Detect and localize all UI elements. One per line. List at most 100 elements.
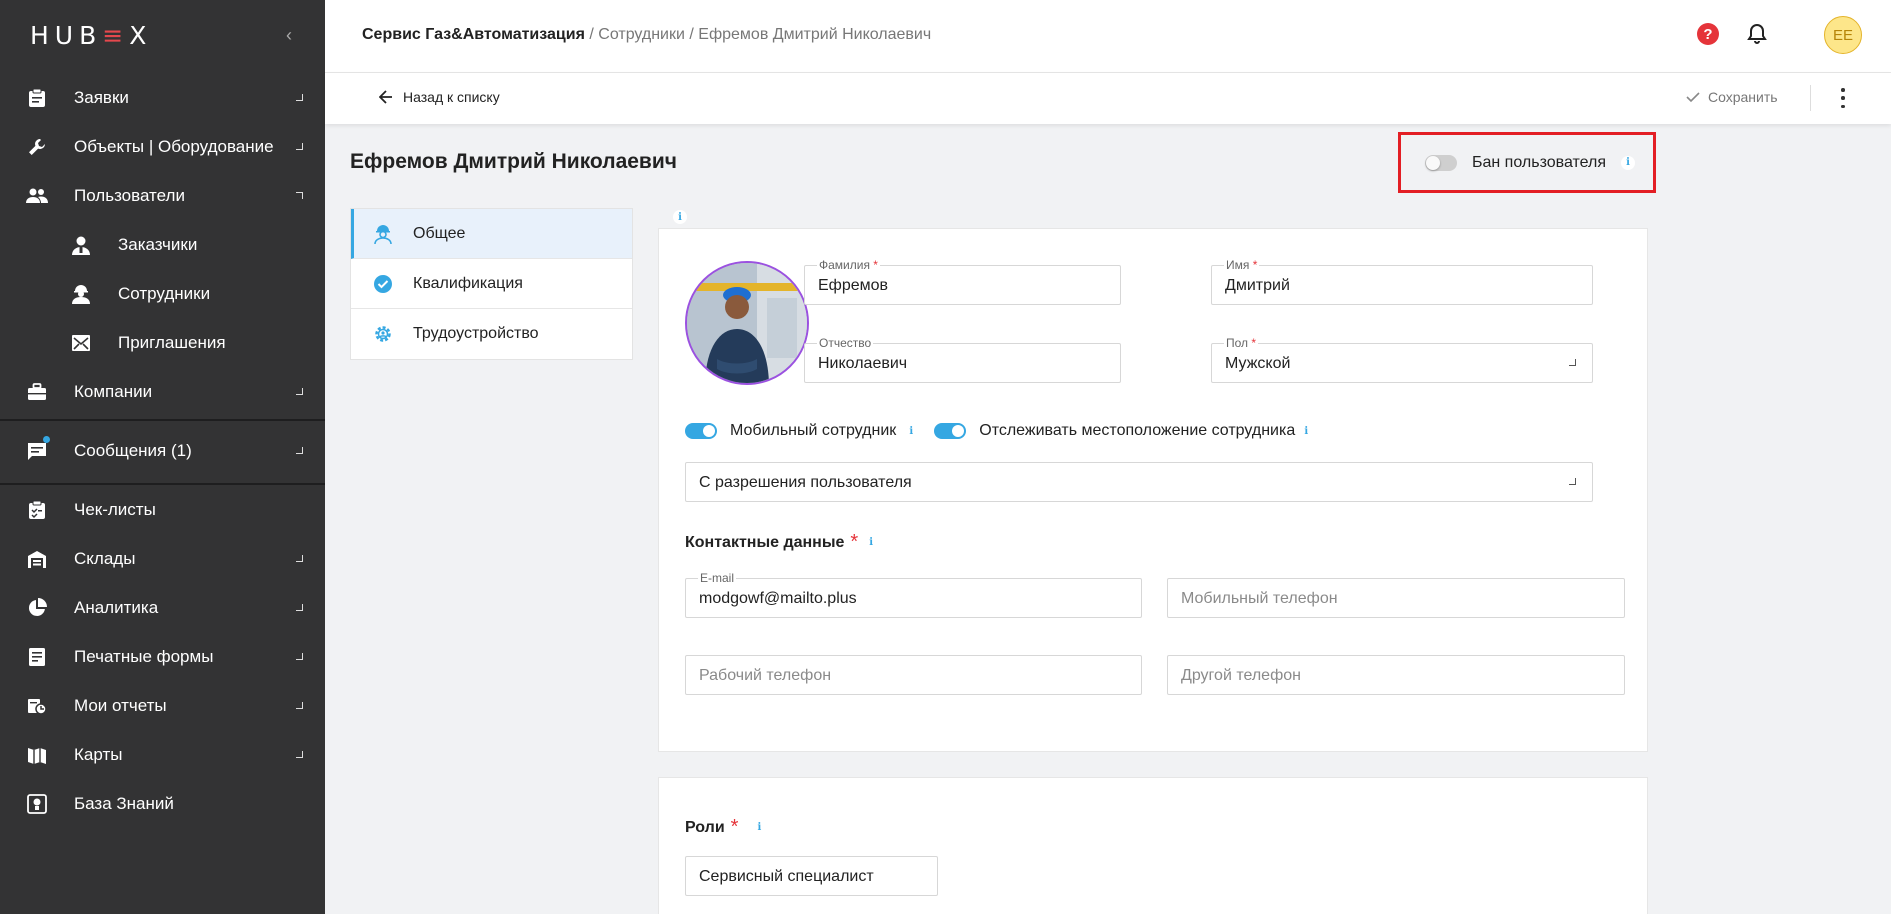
breadcrumb-root[interactable]: Сервис Газ&Автоматизация <box>362 26 585 43</box>
email-field[interactable]: E-mail modgowf@mailto.plus <box>685 571 1142 618</box>
logo-text-c: X <box>129 20 153 50</box>
info-icon[interactable]: i <box>752 820 767 835</box>
print-form-icon <box>26 646 48 668</box>
roles-card: Роли * i Сервисный специалист <box>658 777 1648 914</box>
employee-photo-image <box>687 263 807 383</box>
location-mode-select[interactable]: С разрешения пользователя <box>685 462 1593 502</box>
sidebar-divider <box>0 483 325 485</box>
worker-icon <box>70 283 92 305</box>
clipboard-icon <box>26 87 48 109</box>
sidebar-item-companies[interactable]: Компании <box>0 368 325 416</box>
mobile-phone-field[interactable]: Мобильный телефон <box>1167 578 1625 618</box>
sidebar-item-label: Аналитика <box>74 598 159 617</box>
sidebar-item-label: Печатные формы <box>74 647 214 666</box>
tab-general[interactable]: Общее <box>351 209 632 259</box>
sidebar-item-users[interactable]: Пользователи <box>0 172 325 220</box>
pie-chart-icon <box>26 597 48 619</box>
last-name-field[interactable]: Фамилия * Ефремов <box>804 258 1121 305</box>
sidebar-item-maps[interactable]: Карты <box>0 731 325 779</box>
chevron-down-icon <box>296 653 303 660</box>
sidebar-item-knowledge-base[interactable]: База Знаний <box>0 780 325 828</box>
sidebar-item-messages[interactable]: Сообщения (1) <box>0 427 325 475</box>
sidebar-item-label: Чек-листы <box>74 500 156 519</box>
sidebar-item-print-forms[interactable]: Печатные формы <box>0 633 325 681</box>
contacts-title: Контактные данные <box>685 533 845 551</box>
role-value: Сервисный специалист <box>699 868 874 885</box>
tab-employment[interactable]: Трудоустройство <box>351 309 632 359</box>
chevron-up-icon <box>296 192 303 199</box>
logo-text-b: ≡ <box>102 20 130 50</box>
bell-icon[interactable] <box>1745 22 1769 46</box>
info-icon[interactable]: i <box>864 535 879 550</box>
info-icon[interactable]: i <box>1299 424 1314 438</box>
chevron-down-icon <box>296 388 303 395</box>
mobile-employee-toggle[interactable] <box>685 423 717 439</box>
sidebar-item-label: Склады <box>74 549 136 568</box>
general-info-card: Фамилия * Ефремов Имя * Дмитрий Отчество… <box>658 228 1648 752</box>
sidebar-item-employees[interactable]: Сотрудники <box>0 270 325 318</box>
sidebar-item-objects[interactable]: Объекты | Оборудование <box>0 123 325 171</box>
sidebar-item-label: Пользователи <box>74 186 185 205</box>
sidebar-item-requests[interactable]: Заявки <box>0 74 325 122</box>
patronymic-field[interactable]: Отчество Николаевич <box>804 336 1121 383</box>
warehouse-icon <box>26 548 48 570</box>
sidebar-item-customers[interactable]: Заказчики <box>0 221 325 269</box>
other-phone-field[interactable]: Другой телефон <box>1167 655 1625 695</box>
sidebar-item-invitations[interactable]: Приглашения <box>0 319 325 367</box>
sidebar-item-my-reports[interactable]: Мои отчеты <box>0 682 325 730</box>
user-avatar[interactable]: EE <box>1824 16 1862 54</box>
chevron-down-icon <box>296 751 303 758</box>
sidebar: HUB≡X ‹ Заявки Объекты | Оборудование По… <box>0 0 325 914</box>
chevron-down-icon <box>296 555 303 562</box>
sidebar-item-analytics[interactable]: Аналитика <box>0 584 325 632</box>
briefcase-icon <box>26 381 48 403</box>
back-to-list-button[interactable]: Назад к списку <box>379 89 500 105</box>
knowledge-icon <box>26 793 48 815</box>
unread-dot <box>43 436 50 443</box>
first-name-field[interactable]: Имя * Дмитрий <box>1211 258 1593 305</box>
breadcrumb-employees[interactable]: Сотрудники <box>598 26 685 43</box>
last-name-value: Ефремов <box>818 277 889 294</box>
chevron-down-icon <box>296 604 303 611</box>
collapse-sidebar-icon[interactable]: ‹ <box>279 25 299 45</box>
save-button[interactable]: Сохранить <box>1686 89 1778 105</box>
logo-row: HUB≡X ‹ <box>0 0 325 70</box>
employee-photo[interactable] <box>685 261 809 385</box>
track-location-toggle[interactable] <box>934 423 967 439</box>
roles-title: Роли <box>685 818 725 836</box>
breadcrumb-separator: / <box>684 26 699 43</box>
chevron-down-icon <box>1569 478 1576 485</box>
mobile-phone-placeholder: Мобильный телефон <box>1181 590 1338 607</box>
email-label: E-mail <box>698 571 737 585</box>
employee-toggles: Мобильный сотрудник i Отслеживать местоп… <box>685 422 1314 440</box>
sidebar-item-warehouses[interactable]: Склады <box>0 535 325 583</box>
sidebar-item-checklists[interactable]: Чек-листы <box>0 486 325 534</box>
work-phone-field[interactable]: Рабочий телефон <box>685 655 1142 695</box>
help-icon[interactable]: ? <box>1697 23 1719 45</box>
ban-user-label: Бан пользователя <box>1472 153 1606 171</box>
sidebar-item-label: Объекты | Оборудование <box>74 137 274 156</box>
sidebar-item-label: Мои отчеты <box>74 696 167 715</box>
tab-qualification[interactable]: Квалификация <box>351 259 632 309</box>
chevron-down-icon <box>296 94 303 101</box>
info-icon[interactable]: i <box>673 210 687 224</box>
contacts-section-title: Контактные данные * i <box>685 531 879 554</box>
gender-select[interactable]: Пол * Мужской <box>1211 336 1593 383</box>
ban-user-toggle[interactable] <box>1425 154 1457 171</box>
role-select[interactable]: Сервисный специалист <box>685 856 938 896</box>
sidebar-item-label: Заказчики <box>118 235 198 254</box>
required-mark: * <box>730 816 739 838</box>
required-mark: * <box>850 531 859 553</box>
info-icon[interactable]: i <box>904 424 919 438</box>
check-circle-icon <box>373 274 393 294</box>
first-name-label: Имя * <box>1224 258 1260 272</box>
email-value: modgowf@mailto.plus <box>699 590 857 607</box>
tab-label: Трудоустройство <box>413 325 539 342</box>
info-icon[interactable]: i <box>1621 155 1635 170</box>
sidebar-divider <box>0 419 325 421</box>
track-location-label: Отслеживать местоположение сотрудника <box>979 422 1296 439</box>
save-label: Сохранить <box>1708 89 1778 105</box>
users-icon <box>26 185 48 207</box>
logo[interactable]: HUB≡X <box>30 21 152 50</box>
more-options-icon[interactable] <box>1840 88 1846 108</box>
